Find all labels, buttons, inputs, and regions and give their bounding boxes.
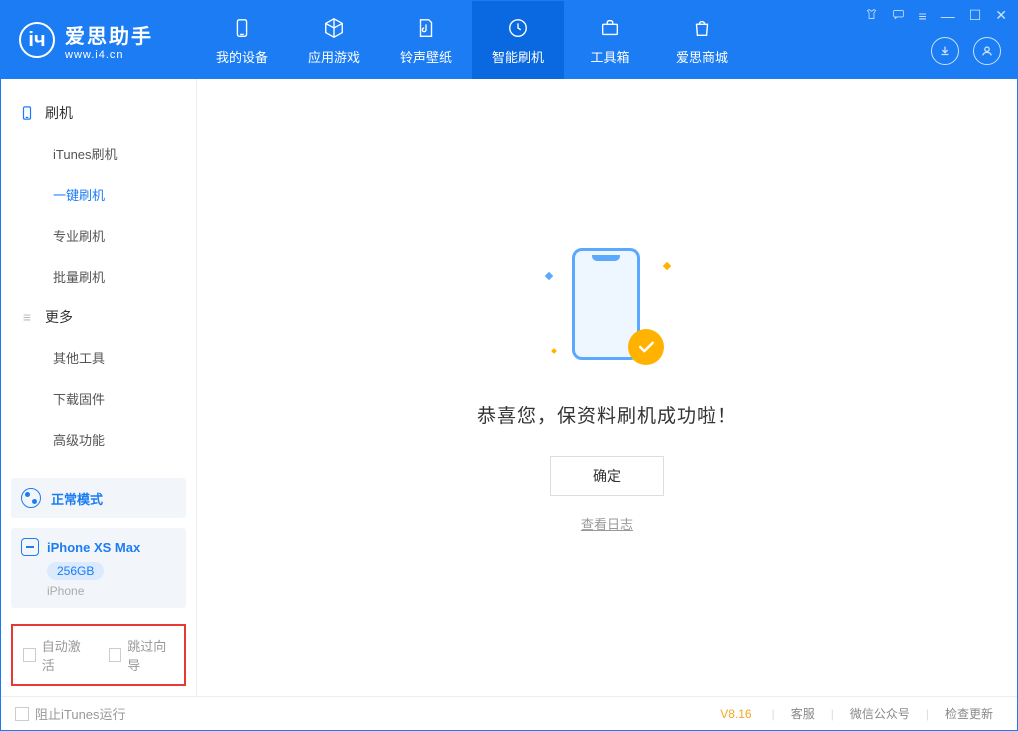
checkbox-label: 自动激活: [42, 636, 89, 674]
nav-label: 应用游戏: [308, 47, 360, 66]
sidebar-item-download-firmware[interactable]: 下载固件: [1, 378, 196, 419]
footer-link-update[interactable]: 检查更新: [935, 705, 1003, 722]
success-check-badge: [628, 329, 664, 365]
checkbox-skip-guide[interactable]: 跳过向导: [109, 636, 175, 674]
device-icon: [229, 15, 255, 41]
body: 刷机 iTunes刷机 一键刷机 专业刷机 批量刷机 ≡ 更多 其他工具 下载固…: [1, 79, 1017, 696]
download-button[interactable]: [931, 37, 959, 65]
menu-icon[interactable]: ≡: [919, 8, 927, 24]
sidebar-item-batch-flash[interactable]: 批量刷机: [1, 256, 196, 297]
success-illustration: [542, 243, 672, 373]
confirm-button[interactable]: 确定: [550, 456, 664, 496]
main-content: 恭喜您，保资料刷机成功啦！ 确定 查看日志: [197, 79, 1017, 696]
sidebar: 刷机 iTunes刷机 一键刷机 专业刷机 批量刷机 ≡ 更多 其他工具 下载固…: [1, 79, 197, 696]
user-button[interactable]: [973, 37, 1001, 65]
nav-ringtone-wallpaper[interactable]: 铃声壁纸: [380, 1, 472, 79]
mode-card[interactable]: 正常模式: [11, 478, 186, 518]
nav-label: 我的设备: [216, 47, 268, 66]
footer-link-wechat[interactable]: 微信公众号: [840, 705, 920, 722]
music-file-icon: [413, 15, 439, 41]
checkbox-icon: [23, 648, 36, 662]
nav-smart-flash[interactable]: 智能刷机: [472, 1, 564, 79]
sidebar-item-itunes-flash[interactable]: iTunes刷机: [1, 133, 196, 174]
minimize-button[interactable]: —: [941, 8, 955, 24]
refresh-icon: [505, 15, 531, 41]
checkbox-auto-activate[interactable]: 自动激活: [23, 636, 89, 674]
view-log-link[interactable]: 查看日志: [581, 514, 633, 533]
nav-label: 铃声壁纸: [400, 47, 452, 66]
device-capacity-badge: 256GB: [47, 562, 104, 580]
footer: 阻止iTunes运行 V8.16 | 客服 | 微信公众号 | 检查更新: [1, 696, 1017, 730]
nav-bar: 我的设备 应用游戏 铃声壁纸 智能刷机 工具箱 爱思商城: [196, 1, 748, 79]
nav-label: 工具箱: [590, 47, 629, 66]
app-name-en: www.i4.cn: [65, 49, 153, 61]
nav-label: 爱思商城: [676, 47, 728, 66]
checkbox-icon: [109, 648, 122, 662]
group-title: 更多: [45, 307, 73, 327]
nav-my-device[interactable]: 我的设备: [196, 1, 288, 79]
sidebar-bottom: 正常模式 iPhone XS Max 256GB iPhone: [1, 478, 196, 618]
bag-icon: [689, 15, 715, 41]
app-name-cn: 爱思助手: [65, 20, 153, 49]
app-window: iч 爱思助手 www.i4.cn 我的设备 应用游戏 铃声壁纸 智能刷机: [0, 0, 1018, 731]
success-message: 恭喜您，保资料刷机成功啦！: [477, 401, 737, 428]
close-button[interactable]: ✕: [995, 7, 1007, 24]
highlighted-checkbox-row: 自动激活 跳过向导: [11, 624, 186, 686]
version-label: V8.16: [720, 707, 751, 721]
cube-icon: [321, 15, 347, 41]
sidebar-item-advanced[interactable]: 高级功能: [1, 419, 196, 460]
logo-icon: iч: [19, 22, 55, 58]
logo-text: 爱思助手 www.i4.cn: [65, 20, 153, 61]
mode-label: 正常模式: [51, 489, 103, 508]
shirt-icon[interactable]: [865, 8, 878, 24]
footer-left: 阻止iTunes运行: [15, 704, 126, 723]
sparkle-icon: [551, 348, 557, 354]
checkbox-icon: [15, 707, 29, 721]
header: iч 爱思助手 www.i4.cn 我的设备 应用游戏 铃声壁纸 智能刷机: [1, 1, 1017, 79]
mode-icon: [21, 488, 41, 508]
sparkle-icon: [545, 271, 553, 279]
checkbox-label: 跳过向导: [127, 636, 174, 674]
nav-store[interactable]: 爱思商城: [656, 1, 748, 79]
sidebar-item-oneclick-flash[interactable]: 一键刷机: [1, 174, 196, 215]
logo-area: iч 爱思助手 www.i4.cn: [1, 20, 196, 61]
nav-label: 智能刷机: [492, 47, 544, 66]
footer-right: V8.16 | 客服 | 微信公众号 | 检查更新: [720, 705, 1003, 722]
device-icon-small: [21, 538, 39, 556]
sidebar-group-more[interactable]: ≡ 更多: [1, 297, 196, 337]
sidebar-scroll: 刷机 iTunes刷机 一键刷机 专业刷机 批量刷机 ≡ 更多 其他工具 下载固…: [1, 79, 196, 478]
check-icon: [636, 337, 656, 357]
nav-toolbox[interactable]: 工具箱: [564, 1, 656, 79]
sparkle-icon: [663, 261, 671, 269]
footer-link-service[interactable]: 客服: [781, 705, 825, 722]
group-title: 刷机: [45, 103, 73, 123]
window-controls: ≡ — ☐ ✕: [865, 7, 1007, 24]
checkbox-block-itunes[interactable]: 阻止iTunes运行: [15, 704, 126, 723]
device-name: iPhone XS Max: [47, 540, 140, 555]
briefcase-icon: [597, 15, 623, 41]
device-type: iPhone: [47, 584, 176, 598]
sidebar-group-flash[interactable]: 刷机: [1, 93, 196, 133]
nav-apps-games[interactable]: 应用游戏: [288, 1, 380, 79]
sidebar-item-pro-flash[interactable]: 专业刷机: [1, 215, 196, 256]
phone-icon: [19, 105, 35, 121]
list-icon: ≡: [19, 309, 35, 325]
sidebar-item-other-tools[interactable]: 其他工具: [1, 337, 196, 378]
header-actions: [931, 37, 1001, 65]
checkbox-label: 阻止iTunes运行: [35, 704, 126, 723]
maximize-button[interactable]: ☐: [969, 7, 982, 24]
feedback-icon[interactable]: [892, 8, 905, 24]
device-card[interactable]: iPhone XS Max 256GB iPhone: [11, 528, 186, 608]
